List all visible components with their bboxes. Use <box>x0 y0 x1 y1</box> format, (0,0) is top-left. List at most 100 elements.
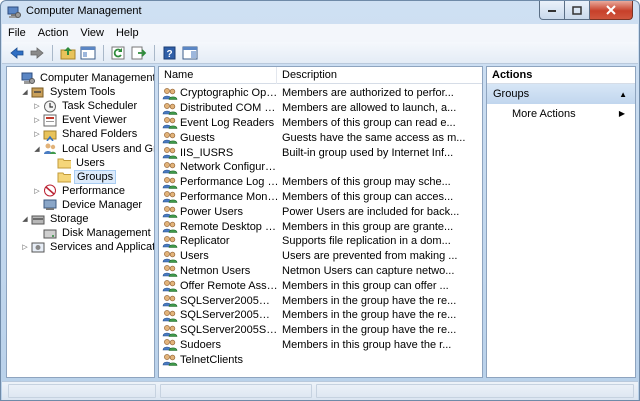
up-one-level-button[interactable] <box>59 44 77 62</box>
toolbar-separator <box>154 44 155 61</box>
group-icon <box>162 205 178 219</box>
refresh-button[interactable] <box>110 44 128 62</box>
forward-button[interactable] <box>28 44 46 62</box>
computer-management-window: Computer Management File Action View Hel… <box>0 0 640 401</box>
tree-item-performance[interactable]: ▷ Performance <box>33 184 127 198</box>
group-icon <box>162 87 178 100</box>
export-list-icon <box>131 46 147 59</box>
back-button[interactable] <box>8 44 26 62</box>
group-description: Guests have the same access as m... <box>282 131 466 144</box>
group-icon <box>162 102 178 115</box>
table-row[interactable]: SQLServer2005MSSQL...Members in the grou… <box>159 308 482 323</box>
show-hide-console-tree-button[interactable] <box>79 44 97 62</box>
table-row[interactable]: Sudoers Members in this group have the r.… <box>159 338 482 353</box>
menu-view[interactable]: View <box>74 24 110 42</box>
console-tree[interactable]: Computer Management (Local◢System Tools▷… <box>6 66 155 378</box>
table-row[interactable]: Guests Guests have the same access as m..… <box>159 130 482 145</box>
column-header-name[interactable]: Name <box>159 67 277 84</box>
table-row[interactable]: Offer Remote Assistan...Members in this … <box>159 278 482 293</box>
tree-item-local-users-and-groups[interactable]: ◢ Local Users and Groups <box>33 142 154 156</box>
minimize-icon <box>548 10 556 12</box>
event-viewer-icon <box>43 114 57 127</box>
group-icon <box>162 176 178 189</box>
column-header-description[interactable]: Description <box>277 67 482 84</box>
export-list-button[interactable] <box>130 44 148 62</box>
tree-item-label: Device Manager <box>62 198 143 211</box>
tree-item-groups[interactable]: Groups <box>47 169 117 184</box>
actions-pane: Actions Groups ▲ More Actions ▶ <box>486 66 636 378</box>
table-row[interactable]: Replicator Supports file replication in a… <box>159 234 482 249</box>
tree-item-label: Event Viewer <box>62 114 127 127</box>
tree-item-label: Shared Folders <box>62 128 138 141</box>
status-bar <box>2 381 638 400</box>
list-body: Cryptographic Operat...Members are autho… <box>159 86 482 367</box>
group-name: Offer Remote Assistan... <box>180 279 279 292</box>
tree-item-services-and-applications[interactable]: ▷ Services and Applications <box>21 240 154 254</box>
help-button[interactable]: ? <box>161 44 179 62</box>
expander-icon[interactable]: ▷ <box>33 116 41 124</box>
window-title: Computer Management <box>26 5 142 17</box>
tree-item-device-manager[interactable]: Device Manager <box>33 198 144 212</box>
expander-icon[interactable]: ▷ <box>33 187 41 195</box>
table-row[interactable]: SQLServer2005MSSQL...Members in the grou… <box>159 293 482 308</box>
group-icon <box>162 190 178 204</box>
status-segment <box>316 384 634 398</box>
actions-section-groups[interactable]: Groups ▲ <box>487 84 635 104</box>
tree-item-computer-management-local[interactable]: Computer Management (Local <box>11 71 154 85</box>
tree-item-event-viewer[interactable]: ▷ Event Viewer <box>33 113 129 127</box>
table-row[interactable]: TelnetClients <box>159 352 482 367</box>
menu-action[interactable]: Action <box>32 24 75 42</box>
table-row[interactable]: Performance Monitor ...Members of this g… <box>159 190 482 205</box>
title-bar[interactable]: Computer Management <box>1 1 639 23</box>
toolbar: ? <box>2 42 638 64</box>
expander-icon[interactable]: ◢ <box>33 145 41 153</box>
table-row[interactable]: Netmon Users Netmon Users can capture net… <box>159 264 482 279</box>
more-actions-item[interactable]: More Actions ▶ <box>487 104 635 124</box>
menu-file[interactable]: File <box>2 24 32 42</box>
table-row[interactable]: IIS_IUSRS Built-in group used by Internet… <box>159 145 482 160</box>
groups-list-view[interactable]: Name Description Cryptographic Operat...… <box>158 66 483 378</box>
tree-item-label: Disk Management <box>62 227 151 240</box>
tree-item-shared-folders[interactable]: ▷ Shared Folders <box>33 127 139 141</box>
group-name: Performance Monitor ... <box>180 190 279 203</box>
group-icon <box>162 279 178 293</box>
expander-icon[interactable]: ▷ <box>33 102 41 110</box>
back-arrow-icon <box>10 46 24 59</box>
table-row[interactable]: SQLServer2005SQLBro...Members in the gro… <box>159 323 482 338</box>
tree-item-users[interactable]: Users <box>47 156 107 170</box>
tree-item-label: Users <box>76 156 105 169</box>
table-row[interactable]: Power Users Power Users are included for … <box>159 204 482 219</box>
tree-item-system-tools[interactable]: ◢ System Tools <box>21 85 117 99</box>
minimize-button[interactable] <box>539 1 565 20</box>
tree-item-disk-management[interactable]: Disk Management <box>33 226 153 240</box>
group-icon <box>162 131 178 145</box>
group-description: Members of this group may sche... <box>282 176 451 189</box>
actions-header: Actions <box>487 67 635 84</box>
table-row[interactable]: Users Users are prevented from making ... <box>159 249 482 264</box>
show-hide-action-pane-button[interactable] <box>181 44 199 62</box>
maximize-button[interactable] <box>565 1 590 20</box>
toolbar-separator <box>103 44 104 61</box>
expander-icon[interactable]: ▷ <box>33 130 41 138</box>
status-segment <box>8 384 156 398</box>
tree-item-task-scheduler[interactable]: ▷ Task Scheduler <box>33 99 139 113</box>
group-icon <box>162 161 178 174</box>
table-row[interactable]: Performance Log UsersMembers of this gro… <box>159 175 482 190</box>
close-button[interactable] <box>590 1 633 20</box>
group-description: Members of this group can acces... <box>282 190 454 203</box>
group-name: Users <box>180 250 209 263</box>
tree-item-label: Local Users and Groups <box>62 142 154 155</box>
table-row[interactable]: Network Configuratio... <box>159 160 482 175</box>
expander-icon[interactable]: ◢ <box>21 215 29 223</box>
table-row[interactable]: Cryptographic Operat...Members are autho… <box>159 86 482 101</box>
table-row[interactable]: Remote Desktop UsersMembers in this grou… <box>159 219 482 234</box>
table-row[interactable]: Event Log Readers Members of this group c… <box>159 116 482 131</box>
performance-icon <box>43 184 57 197</box>
tree-item-storage[interactable]: ◢ Storage <box>21 212 91 226</box>
expander-icon[interactable]: ◢ <box>21 88 29 96</box>
expander-icon[interactable]: ▷ <box>21 243 29 251</box>
table-row[interactable]: Distributed COM UsersMembers are allowed… <box>159 101 482 116</box>
submenu-arrow-icon: ▶ <box>618 109 625 118</box>
group-name: SQLServer2005SQLBro... <box>180 324 279 337</box>
menu-help[interactable]: Help <box>110 24 145 42</box>
